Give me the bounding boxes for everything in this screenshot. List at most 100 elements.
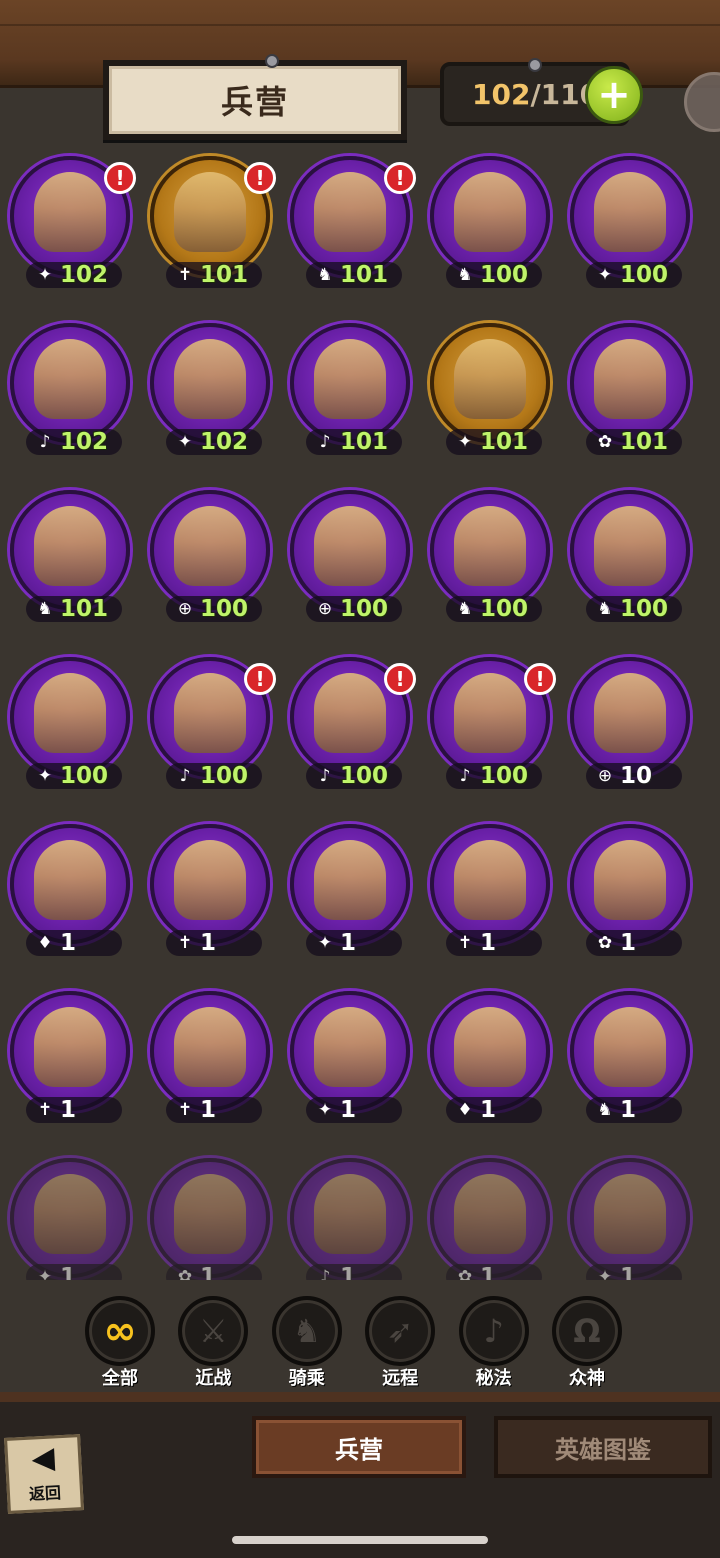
unit-card[interactable]: ⊕ 10 [564, 651, 696, 791]
unit-portrait [454, 1007, 526, 1087]
filter-arcane[interactable]: ♪ 秘法 [454, 1296, 534, 1389]
unit-card[interactable]: ⊕ 100 [144, 484, 276, 624]
unit-card[interactable]: ♪ 100! [424, 651, 556, 791]
unit-level-bar: ♪ 100 [166, 763, 262, 789]
divine-type-icon: ✝ [37, 1100, 53, 1120]
unit-card[interactable]: ♞ 100 [424, 150, 556, 290]
unit-level: 100 [60, 763, 109, 789]
unit-card[interactable]: ✝ 101! [144, 150, 276, 290]
unit-card[interactable]: ♦ 1 [4, 818, 136, 958]
back-button[interactable]: ◀ 返回 [4, 1434, 84, 1514]
unit-level: 1 [620, 1097, 637, 1123]
unit-level-bar: ♪ 1 [306, 1264, 402, 1280]
unit-card[interactable]: ✦ 101 [424, 317, 556, 457]
unit-card[interactable]: ✦ 1 [564, 1152, 696, 1280]
unit-card[interactable]: ♞ 100 [564, 484, 696, 624]
unit-card[interactable]: ♪ 101 [284, 317, 416, 457]
filter-bow[interactable]: ➶ 远程 [360, 1296, 440, 1389]
unit-card[interactable]: ✦ 102! [4, 150, 136, 290]
unit-level-bar: ♞ 101 [26, 596, 122, 622]
add-capacity-button[interactable]: + [585, 66, 643, 124]
unit-level-bar: ✦ 1 [306, 1097, 402, 1123]
ranged-single-type-icon: ♦ [457, 1100, 473, 1120]
unit-portrait [454, 339, 526, 419]
unit-level: 10 [620, 763, 653, 789]
back-label: 返回 [28, 1483, 62, 1504]
unit-level-bar: ♞ 1 [586, 1097, 682, 1123]
tab-barracks[interactable]: 兵营 [252, 1416, 466, 1478]
unit-card[interactable]: ✝ 1 [144, 818, 276, 958]
unit-card[interactable]: ✦ 100 [564, 150, 696, 290]
filter-infinity[interactable]: ∞ 全部 [80, 1296, 160, 1389]
divine-type-icon: ✝ [177, 1100, 193, 1120]
ranged-single-type-icon: ♦ [37, 933, 53, 953]
filter-label: 秘法 [475, 1368, 512, 1389]
unit-level: 1 [60, 930, 77, 956]
filter-label: 远程 [382, 1368, 419, 1389]
unit-card[interactable]: ♦ 1 [424, 985, 556, 1125]
unit-level: 100 [480, 596, 529, 622]
unit-card[interactable]: ✿ 1 [144, 1152, 276, 1280]
unit-level-bar: ✦ 102 [26, 262, 122, 288]
unit-card[interactable]: ♞ 1 [564, 985, 696, 1125]
unit-level-bar: ✦ 1 [26, 1264, 122, 1280]
tab-hero-codex[interactable]: 英雄图鉴 [494, 1416, 712, 1478]
melee-type-icon: ✦ [37, 1267, 53, 1280]
alert-icon: ! [244, 663, 276, 695]
unit-level: 1 [620, 1264, 637, 1280]
unit-level-bar: ✝ 1 [166, 1097, 262, 1123]
mounted-type-icon: ♞ [597, 599, 613, 619]
arcane-type-icon: ♪ [319, 766, 331, 786]
filter-bar: ∞ 全部 ⚔ 近战 ♞ 骑乘 ➶ 远程 ♪ 秘法 Ω 众神 [80, 1296, 640, 1392]
unit-card[interactable]: ⊕ 100 [284, 484, 416, 624]
filter-sword[interactable]: ⚔ 近战 [173, 1296, 253, 1389]
home-indicator[interactable] [232, 1536, 488, 1544]
unit-portrait [594, 1007, 666, 1087]
ranged-type-icon: ⊕ [317, 599, 333, 619]
unit-card[interactable]: ✦ 1 [284, 985, 416, 1125]
unit-card[interactable]: ♪ 100! [284, 651, 416, 791]
unit-card[interactable]: ♞ 101 [4, 484, 136, 624]
unit-portrait [174, 840, 246, 920]
unit-level: 101 [480, 429, 529, 455]
filter-horse[interactable]: ♞ 骑乘 [267, 1296, 347, 1389]
unit-level-bar: ⊕ 10 [586, 763, 682, 789]
unit-card[interactable]: ♞ 100 [424, 484, 556, 624]
unit-card[interactable]: ✝ 1 [424, 818, 556, 958]
unit-card[interactable]: ✦ 1 [284, 818, 416, 958]
unit-level-bar: ♞ 100 [446, 262, 542, 288]
unit-card[interactable]: ♪ 102 [4, 317, 136, 457]
unit-card[interactable]: ✿ 1 [424, 1152, 556, 1280]
unit-level-bar: ✦ 1 [586, 1264, 682, 1280]
alert-icon: ! [244, 162, 276, 194]
troop-count-current: 102 [472, 77, 531, 111]
unit-level-bar: ✿ 1 [446, 1264, 542, 1280]
unit-card[interactable]: ✦ 102 [144, 317, 276, 457]
unit-card[interactable]: ✿ 1 [564, 818, 696, 958]
arcane-type-icon: ♪ [319, 432, 331, 452]
unit-card[interactable]: ♪ 1 [284, 1152, 416, 1280]
ranged-type-icon: ⊕ [597, 766, 613, 786]
unit-card[interactable]: ✦ 100 [4, 651, 136, 791]
unit-card[interactable]: ✝ 1 [144, 985, 276, 1125]
alert-icon: ! [384, 663, 416, 695]
unit-card[interactable]: ✿ 101 [564, 317, 696, 457]
bow-icon: ➶ [365, 1296, 436, 1366]
tab-barracks-label: 兵营 [335, 1435, 383, 1464]
unit-level-bar: ✦ 101 [446, 429, 542, 455]
unit-level-bar: ♞ 100 [586, 596, 682, 622]
unit-card[interactable]: ♪ 100! [144, 651, 276, 791]
unit-portrait [174, 1007, 246, 1087]
filter-omega[interactable]: Ω 众神 [547, 1296, 627, 1389]
unit-portrait [314, 840, 386, 920]
unit-level: 1 [60, 1264, 77, 1280]
unit-card[interactable]: ✝ 1 [4, 985, 136, 1125]
unit-card[interactable]: ♞ 101! [284, 150, 416, 290]
unit-level-bar: ✝ 101 [166, 262, 262, 288]
unit-level-bar: ♞ 100 [446, 596, 542, 622]
unit-level: 1 [200, 930, 217, 956]
melee-type-icon: ✦ [317, 933, 333, 953]
beast-type-icon: ✿ [597, 933, 613, 953]
unit-card[interactable]: ✦ 1 [4, 1152, 136, 1280]
unit-level: 102 [60, 429, 109, 455]
